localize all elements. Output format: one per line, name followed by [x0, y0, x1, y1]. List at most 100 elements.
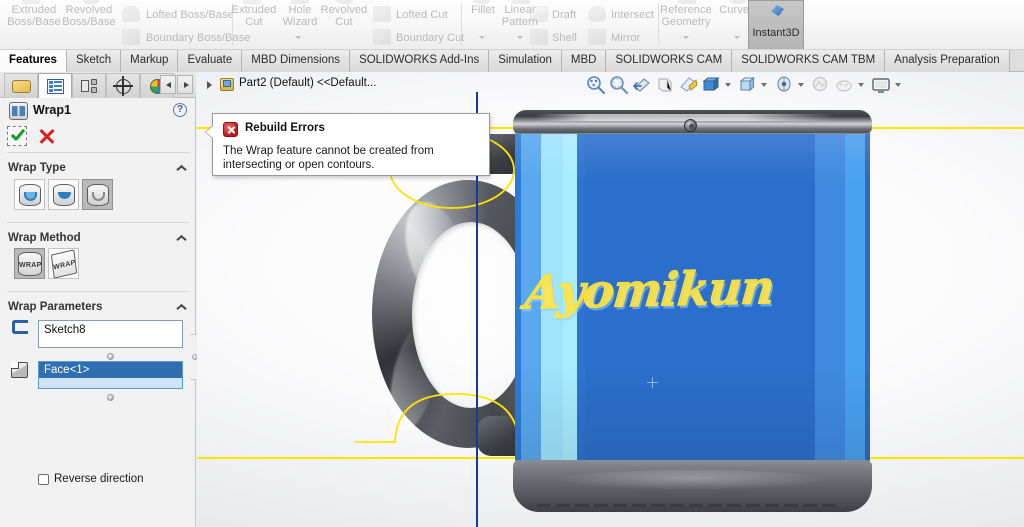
shell-command[interactable]: Shell [552, 32, 577, 44]
mirror-command[interactable]: Mirror [611, 32, 640, 44]
hole-wizard-dropdown-arrow[interactable] [295, 36, 301, 39]
intersect-command[interactable]: Intersect [611, 9, 654, 21]
feature-manager-design-tree-tab[interactable] [4, 73, 38, 98]
intersect-icon[interactable] [588, 6, 606, 22]
face-selection-field[interactable]: Face<1> [38, 361, 183, 389]
tab-mbd[interactable]: MBD [561, 50, 607, 72]
rebuild-errors-dialog[interactable]: Rebuild Errors The Wrap feature cannot b… [206, 113, 490, 176]
ok-button[interactable] [7, 126, 27, 146]
hole-wizard-command[interactable]: Hole Wizard [282, 4, 318, 28]
reverse-direction-checkbox-row[interactable]: Reverse direction [38, 473, 143, 485]
cancel-button[interactable] [38, 127, 56, 145]
reference-geometry-label-1: Reference [660, 4, 712, 16]
face-field-grip[interactable] [107, 394, 114, 401]
graphics-area[interactable]: Part2 (Default) <<Default... Ayomikun Re… [197, 72, 1024, 527]
section-header-wrap-method: Wrap Method [8, 232, 81, 244]
chevron-up-icon-wrap-method[interactable] [176, 234, 185, 243]
divider-1 [7, 152, 189, 153]
help-icon[interactable]: ? [173, 103, 187, 117]
tab-solidworks-cam[interactable]: SOLIDWORKS CAM [606, 50, 733, 72]
fillet-dropdown-arrow[interactable] [479, 36, 485, 39]
extruded-boss-base-command[interactable]: Extruded Boss/Base [2, 4, 66, 28]
hole-wizard-label-2: Wizard [282, 16, 318, 28]
tab-analysis-preparation[interactable]: Analysis Preparation [885, 50, 1010, 72]
fillet-command[interactable]: Fillet [466, 4, 500, 16]
boundary-cut-icon[interactable] [373, 29, 391, 45]
dimxpert-manager-tab[interactable] [106, 73, 140, 98]
wrap-type-scribe-button[interactable] [82, 179, 113, 210]
spline-surface-wrap-icon: WRAP [50, 249, 78, 279]
rebuild-errors-title: Rebuild Errors [245, 122, 325, 134]
revolved-cut-command[interactable]: Revolved Cut [318, 4, 370, 28]
emboss-icon [19, 184, 41, 206]
mug-base-highlight [557, 470, 827, 490]
boundary-cut-command[interactable]: Boundary Cut [396, 32, 464, 44]
instant3d-button[interactable]: Instant3D [748, 0, 804, 49]
chevron-up-icon-wrap-type[interactable] [176, 164, 185, 173]
tab-simulation[interactable]: Simulation [489, 50, 562, 72]
tab-mbd-dimensions[interactable]: MBD Dimensions [242, 50, 351, 72]
manager-tab-bar [0, 72, 196, 98]
lofted-boss-base-command[interactable]: Lofted Boss/Base [146, 9, 234, 21]
ribbon-divider-3 [658, 4, 659, 46]
property-manager-tab[interactable] [38, 73, 72, 98]
sketch-selection-icon [12, 320, 28, 334]
mug-rim-center-point [684, 119, 697, 132]
tab-solidworks-cam-tbm[interactable]: SOLIDWORKS CAM TBM [732, 50, 886, 72]
curves-dropdown-arrow[interactable] [734, 36, 740, 39]
property-manager-actions [0, 124, 196, 150]
property-manager-icon [47, 79, 64, 94]
chevron-up-icon-wrap-parameters[interactable] [176, 303, 185, 312]
manager-tab-next-button[interactable] [177, 75, 193, 94]
extruded-cut-command[interactable]: Extruded Cut [228, 4, 280, 28]
reference-geometry-label-2: Geometry [661, 16, 711, 28]
tab-features[interactable]: Features [0, 50, 67, 72]
wrap-type-emboss-button[interactable] [14, 179, 45, 210]
tab-markup[interactable]: Markup [121, 50, 179, 72]
reverse-direction-label: Reverse direction [54, 473, 144, 485]
draft-icon[interactable] [530, 6, 548, 22]
section-header-wrap-type: Wrap Type [8, 162, 66, 174]
shell-icon[interactable] [530, 29, 548, 45]
property-manager-panel: Wrap1 ? Wrap Type Wrap Method WRAP WRAP [0, 72, 196, 527]
wrap-type-deboss-button[interactable] [48, 179, 79, 210]
mirror-icon[interactable] [588, 29, 606, 45]
manager-tab-prev-button[interactable] [160, 75, 176, 94]
sketch-selection-field[interactable]: Sketch8 [38, 320, 183, 348]
draft-command[interactable]: Draft [552, 9, 576, 21]
extruded-cut-label-1: Extruded [231, 4, 277, 16]
face-selection-value: Face<1> [39, 362, 182, 378]
divider-2 [7, 222, 189, 223]
dialog-pointer [206, 126, 213, 138]
lofted-cut-command[interactable]: Lofted Cut [396, 9, 448, 21]
ribbon-toolbar: Extruded Boss/Base Revolved Boss/Base Lo… [0, 0, 1024, 50]
tab-evaluate[interactable]: Evaluate [178, 50, 243, 72]
tab-solidworks-add-ins[interactable]: SOLIDWORKS Add-Ins [350, 50, 490, 72]
reference-geometry-command[interactable]: Reference Geometry [660, 4, 712, 28]
linear-pattern-dropdown-arrow[interactable] [517, 36, 523, 39]
reverse-direction-checkbox[interactable] [38, 474, 49, 485]
scribe-icon [87, 184, 109, 206]
wrap-method-spline-button[interactable]: WRAP [48, 248, 79, 279]
instant3d-label: Instant3D [752, 27, 800, 39]
revolved-boss-label-1: Revolved [65, 4, 113, 16]
divider-3 [7, 291, 189, 292]
revolved-cut-label-2: Cut [335, 16, 353, 28]
lofted-cut-icon[interactable] [373, 6, 391, 22]
tab-sketch[interactable]: Sketch [66, 50, 122, 72]
error-icon [223, 122, 238, 137]
boundary-boss-icon[interactable] [122, 29, 140, 45]
sketch-field-grip[interactable] [107, 353, 114, 360]
analytical-wrap-icon: WRAP [18, 252, 42, 276]
manager-tab-nav [160, 75, 194, 95]
rebuild-errors-message: The Wrap feature cannot be created from … [223, 145, 434, 171]
lofted-boss-icon[interactable] [122, 6, 140, 22]
dimxpert-icon [113, 76, 133, 96]
reference-geometry-dropdown-arrow[interactable] [683, 36, 689, 39]
wrap-method-analytical-button[interactable]: WRAP [14, 248, 45, 279]
revolved-boss-base-command[interactable]: Revolved Boss/Base [58, 4, 120, 28]
boundary-boss-base-command[interactable]: Boundary Boss/Base [146, 32, 251, 44]
configuration-manager-tab[interactable] [72, 73, 106, 98]
command-manager-tabs: Features Sketch Markup Evaluate MBD Dime… [0, 50, 1024, 72]
instant3d-icon [771, 5, 784, 16]
